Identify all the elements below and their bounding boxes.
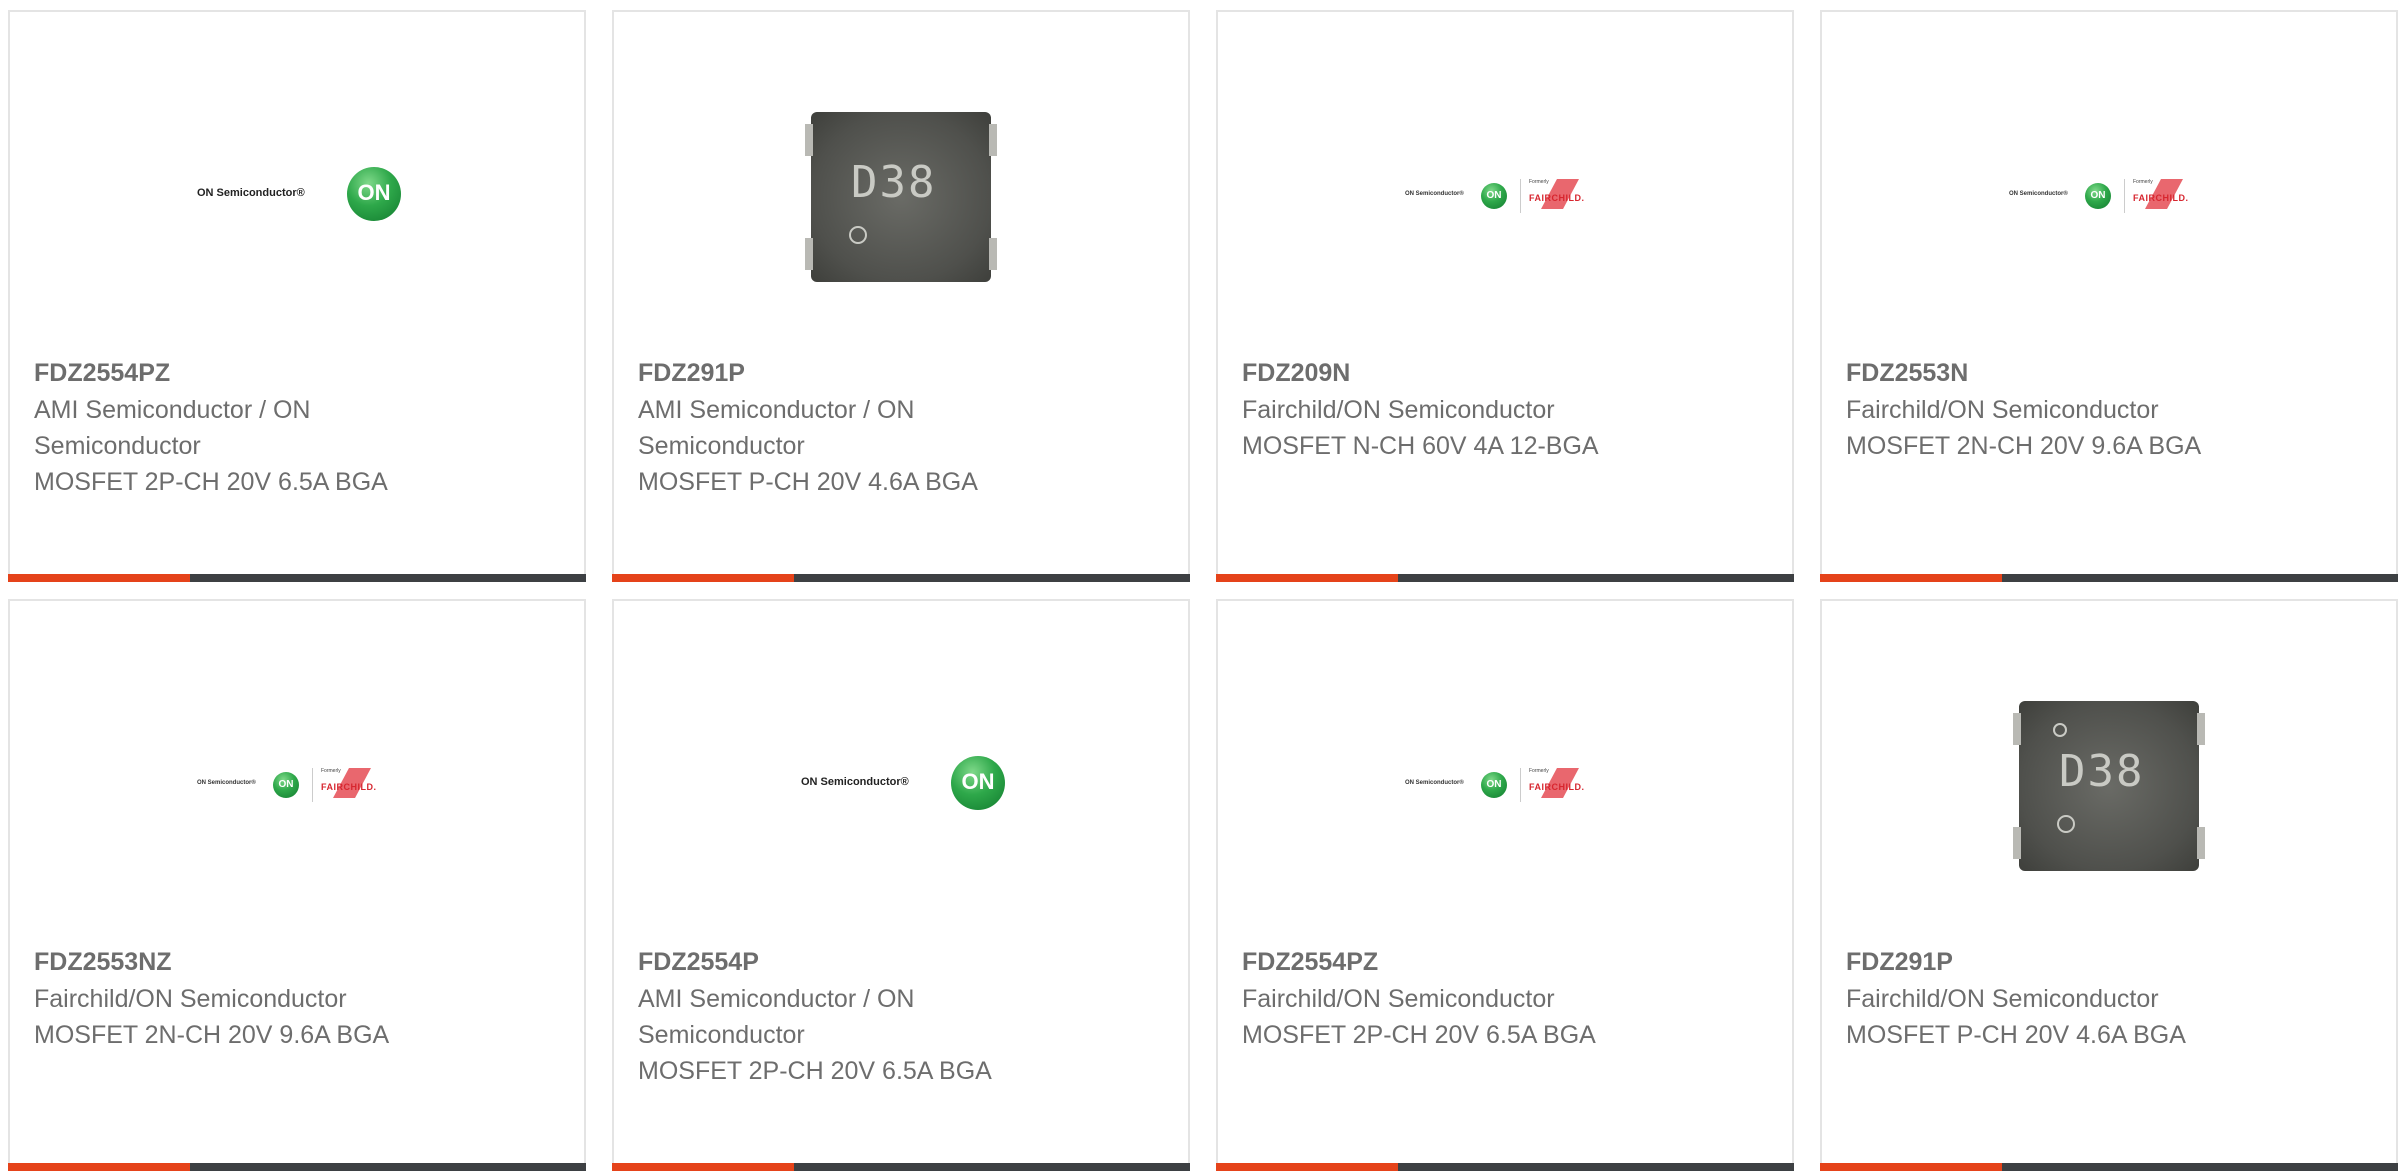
product-image[interactable]: ON Semiconductor® ON Formerly FAIRCHILD.: [1218, 12, 1792, 342]
on-fairchild-logo: ON Semiconductor® ON Formerly FAIRCHILD.: [2009, 175, 2209, 217]
manufacturer: Fairchild/ON Semiconductor: [1242, 396, 1555, 424]
card-accent-bar: [1820, 1163, 2002, 1171]
manufacturer: AMI Semiconductor / ON Semiconductor: [34, 396, 311, 460]
product-card[interactable]: ON Semiconductor® ON Formerly FAIRCHILD.…: [1216, 599, 1794, 1171]
product-card[interactable]: ON Semiconductor® ON Formerly FAIRCHILD.…: [1820, 10, 2398, 582]
manufacturer: Fairchild/ON Semiconductor: [1846, 985, 2159, 1013]
on-fairchild-logo: ON Semiconductor® ON Formerly FAIRCHILD.: [197, 764, 397, 806]
card-bottom-bar: [612, 574, 1190, 582]
card-accent-bar: [8, 574, 190, 582]
product-image[interactable]: D38: [1822, 601, 2396, 931]
card-bottom-bar: [8, 574, 586, 582]
on-semiconductor-logo: ON Semiconductor® ON: [197, 167, 401, 223]
on-fairchild-logo: ON Semiconductor® ON Formerly FAIRCHILD.: [1405, 175, 1605, 217]
description: MOSFET 2N-CH 20V 9.6A BGA: [34, 1021, 390, 1049]
card-bottom-bar: [1216, 574, 1794, 582]
description: MOSFET P-CH 20V 4.6A BGA: [1846, 1021, 2186, 1049]
part-number[interactable]: FDZ2554P: [638, 945, 759, 979]
product-card[interactable]: ON Semiconductor® ON FDZ2554PZ AMI Semic…: [8, 10, 586, 582]
card-bottom-bar: [1820, 574, 2398, 582]
product-image[interactable]: ON Semiconductor® ON: [10, 12, 584, 342]
card-bottom-bar: [1820, 1163, 2398, 1171]
card-bottom-bar: [1216, 1163, 1794, 1171]
card-accent-bar: [1216, 1163, 1398, 1171]
manufacturer: Fairchild/ON Semiconductor: [1846, 396, 2159, 424]
card-accent-bar: [1216, 574, 1398, 582]
part-number[interactable]: FDZ2554PZ: [34, 356, 170, 390]
card-bottom-bar: [8, 1163, 586, 1171]
part-number[interactable]: FDZ209N: [1242, 356, 1350, 390]
on-semiconductor-logo: ON Semiconductor® ON: [801, 756, 1005, 812]
product-card[interactable]: D38 FDZ291P Fairchild/ON Semiconductor M…: [1820, 599, 2398, 1171]
description: MOSFET N-CH 60V 4A 12-BGA: [1242, 432, 1599, 460]
description: MOSFET P-CH 20V 4.6A BGA: [638, 468, 978, 496]
chip-photo: D38: [2013, 701, 2205, 871]
product-image[interactable]: ON Semiconductor® ON Formerly FAIRCHILD.: [10, 601, 584, 931]
chip-photo: D38: [805, 112, 997, 282]
card-bottom-bar: [612, 1163, 1190, 1171]
product-card[interactable]: ON Semiconductor® ON Formerly FAIRCHILD.…: [1216, 10, 1794, 582]
part-number[interactable]: FDZ291P: [1846, 945, 1953, 979]
description: MOSFET 2P-CH 20V 6.5A BGA: [34, 468, 388, 496]
product-image[interactable]: ON Semiconductor® ON Formerly FAIRCHILD.: [1218, 601, 1792, 931]
product-grid: ON Semiconductor® ON FDZ2554PZ AMI Semic…: [0, 0, 2400, 1171]
product-image[interactable]: D38: [614, 12, 1188, 342]
product-image[interactable]: ON Semiconductor® ON Formerly FAIRCHILD.: [1822, 12, 2396, 342]
on-fairchild-logo: ON Semiconductor® ON Formerly FAIRCHILD.: [1405, 764, 1605, 806]
product-card[interactable]: ON Semiconductor® ON FDZ2554P AMI Semico…: [612, 599, 1190, 1171]
product-card[interactable]: ON Semiconductor® ON Formerly FAIRCHILD.…: [8, 599, 586, 1171]
description: MOSFET 2N-CH 20V 9.6A BGA: [1846, 432, 2202, 460]
manufacturer: Fairchild/ON Semiconductor: [1242, 985, 1555, 1013]
part-number[interactable]: FDZ2553NZ: [34, 945, 172, 979]
manufacturer: AMI Semiconductor / ON Semiconductor: [638, 985, 915, 1049]
manufacturer: Fairchild/ON Semiconductor: [34, 985, 347, 1013]
product-image[interactable]: ON Semiconductor® ON: [614, 601, 1188, 931]
part-number[interactable]: FDZ2554PZ: [1242, 945, 1378, 979]
card-accent-bar: [612, 574, 794, 582]
part-number[interactable]: FDZ2553N: [1846, 356, 1968, 390]
card-accent-bar: [1820, 574, 2002, 582]
description: MOSFET 2P-CH 20V 6.5A BGA: [638, 1057, 992, 1085]
description: MOSFET 2P-CH 20V 6.5A BGA: [1242, 1021, 1596, 1049]
card-accent-bar: [612, 1163, 794, 1171]
part-number[interactable]: FDZ291P: [638, 356, 745, 390]
card-accent-bar: [8, 1163, 190, 1171]
manufacturer: AMI Semiconductor / ON Semiconductor: [638, 396, 915, 460]
product-card[interactable]: D38 FDZ291P AMI Semiconductor / ON Semic…: [612, 10, 1190, 582]
